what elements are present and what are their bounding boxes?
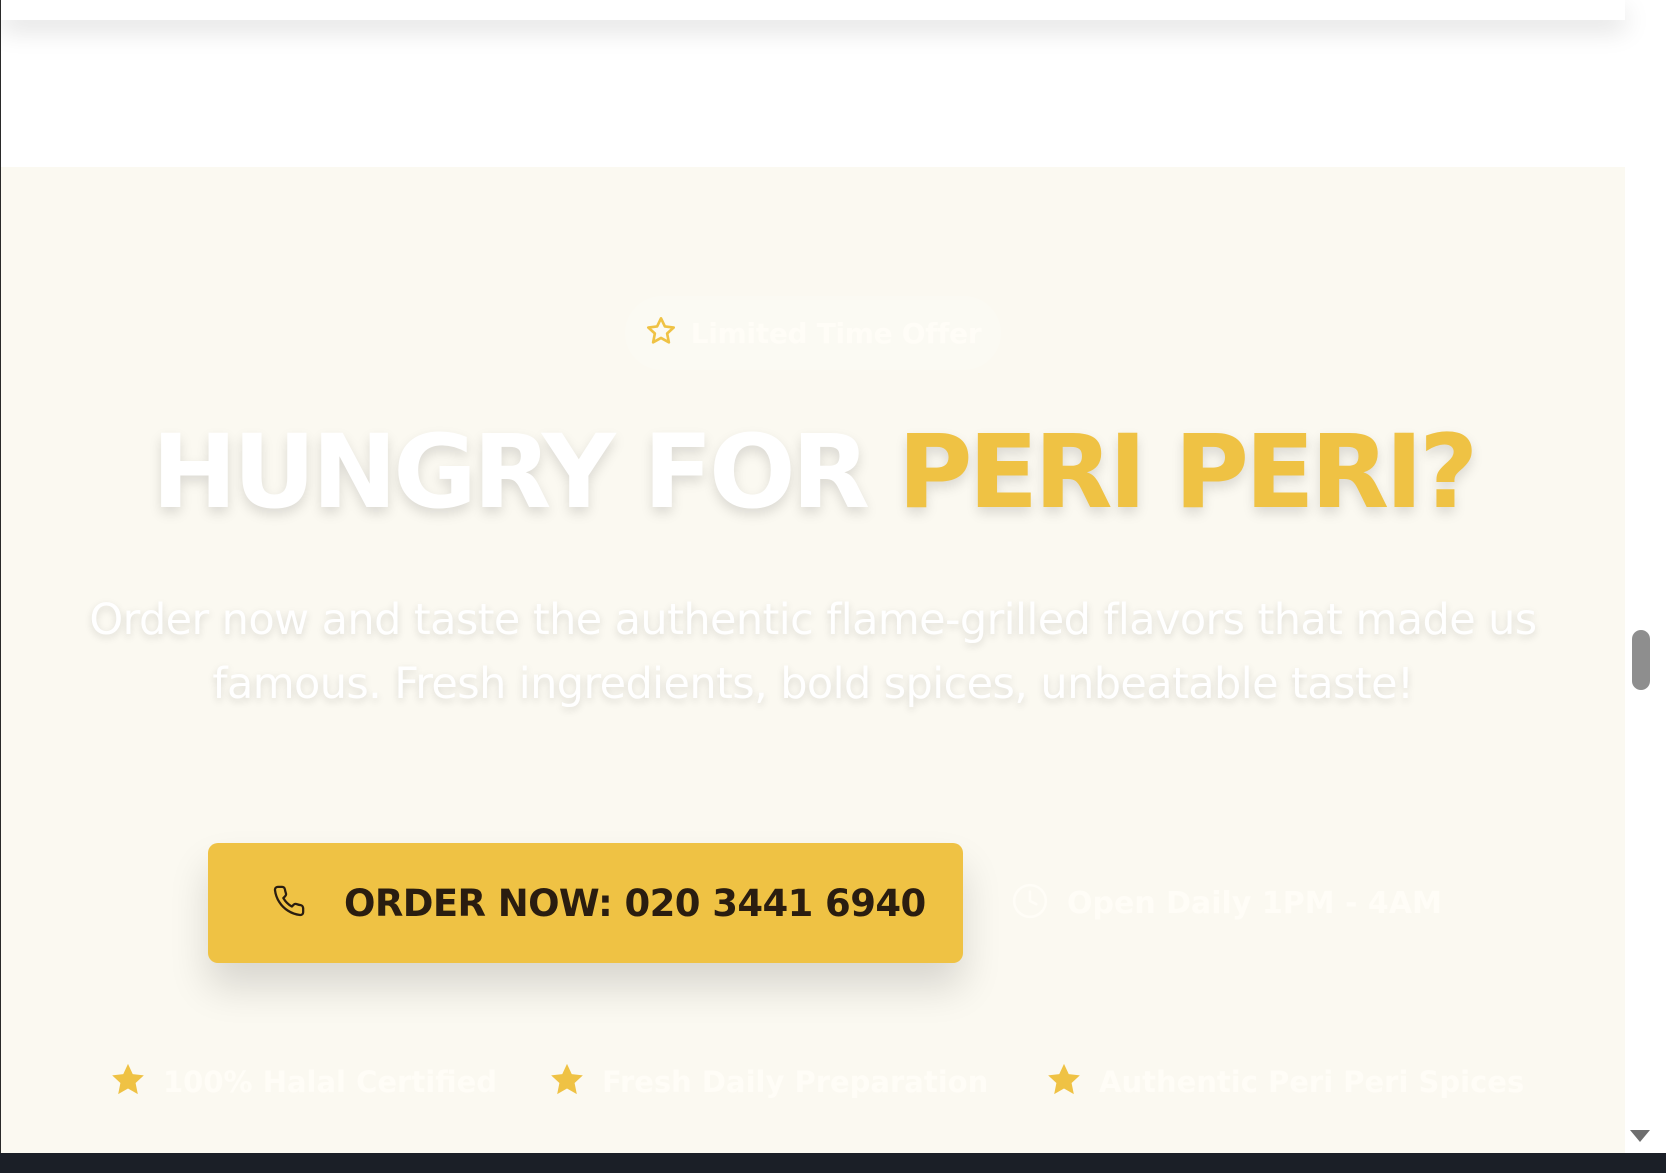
page: Limited Time Offer HUNGRY FOR PERI PERI?… <box>1 0 1625 1153</box>
badge-label: Limited Time Offer <box>690 316 982 350</box>
scrollbar-thumb[interactable] <box>1632 630 1650 690</box>
scroll-down-arrow-icon[interactable] <box>1630 1130 1650 1142</box>
navigation-bar-bottom-edge <box>1 0 1625 20</box>
feature-label: 100% Halal Certified <box>163 1065 498 1099</box>
star-outline-icon <box>645 315 677 351</box>
hero-headline: HUNGRY FOR PERI PERI? <box>1 408 1625 538</box>
feature-list: 100% Halal Certified Fresh Daily Prepara… <box>1 1062 1625 1102</box>
opening-hours-text: Open Daily 1PM - 4AM <box>1067 885 1442 921</box>
headline-white-part: HUNGRY FOR <box>151 413 898 532</box>
feature-item-fresh: Fresh Daily Preparation <box>548 1062 988 1102</box>
hero-description: Order now and taste the authentic flame-… <box>89 595 1537 709</box>
vertical-scrollbar[interactable] <box>1625 0 1666 1153</box>
phone-icon <box>272 884 306 922</box>
limited-offer-badge: Limited Time Offer <box>625 296 1001 370</box>
star-icon <box>109 1061 147 1103</box>
star-icon <box>548 1061 586 1103</box>
browser-viewport: Limited Time Offer HUNGRY FOR PERI PERI?… <box>0 0 1666 1153</box>
feature-label: Fresh Daily Preparation <box>602 1065 989 1099</box>
feature-item-spices: Authentic Peri Peri Spices <box>1045 1062 1524 1102</box>
opening-hours: Open Daily 1PM - 4AM <box>1011 883 1442 923</box>
star-icon <box>1045 1061 1083 1103</box>
clock-icon <box>1011 882 1049 924</box>
order-now-button[interactable]: ORDER NOW: 020 3441 6940 <box>208 843 963 963</box>
feature-item-halal: 100% Halal Certified <box>109 1062 497 1102</box>
feature-label: Authentic Peri Peri Spices <box>1099 1065 1525 1099</box>
order-now-label: ORDER NOW: 020 3441 6940 <box>344 881 926 925</box>
headline-accent-part: PERI PERI? <box>897 413 1479 532</box>
window-bottom-edge <box>0 1153 1666 1173</box>
